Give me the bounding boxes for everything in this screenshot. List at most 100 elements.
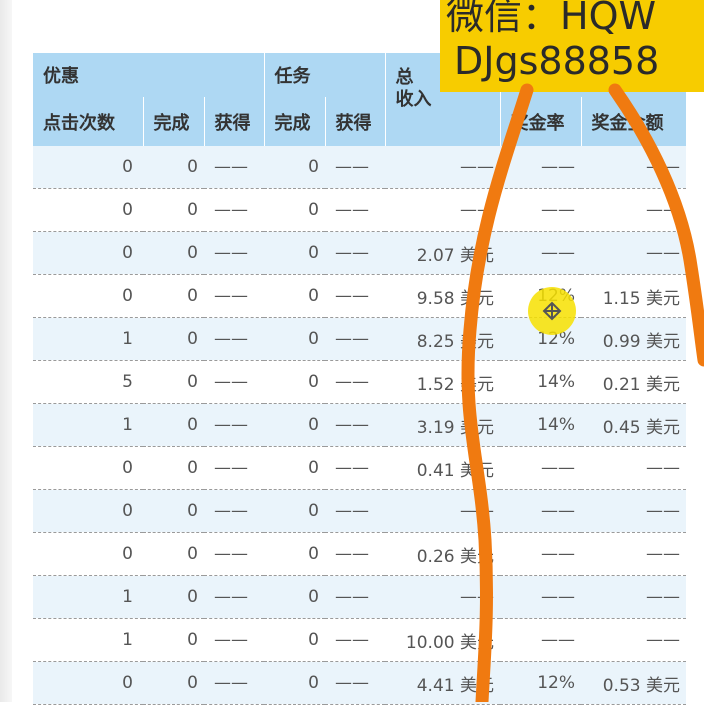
cell-promo-earned: —— bbox=[204, 661, 264, 705]
cell-promo-done: 0 bbox=[143, 532, 204, 576]
cell-promo-done: 0 bbox=[143, 231, 204, 275]
cell-total-income: 3.19 美元 bbox=[385, 403, 500, 447]
header-bonus-rate: 奖金率 bbox=[500, 97, 582, 146]
cell-promo-done: 0 bbox=[143, 446, 204, 490]
cell-clicks: 1 bbox=[33, 575, 143, 619]
cell-promo-done: 0 bbox=[143, 489, 204, 533]
cell-task-earned: —— bbox=[325, 360, 385, 404]
cell-task-earned: —— bbox=[325, 146, 385, 189]
cell-promo-earned: —— bbox=[204, 446, 264, 490]
header-task-done: 完成 bbox=[264, 97, 326, 146]
header-bonus-amount: 奖金金额 bbox=[581, 97, 687, 146]
cell-promo-earned: —— bbox=[204, 618, 264, 662]
cell-bonus-rate: 14% bbox=[500, 403, 581, 447]
cell-clicks: 0 bbox=[33, 231, 143, 275]
cell-total-income: 1.52 美元 bbox=[385, 360, 500, 404]
cell-clicks: 1 bbox=[33, 403, 143, 447]
cell-clicks: 0 bbox=[33, 146, 143, 189]
cell-bonus-amount: 0.45 美元 bbox=[581, 403, 686, 447]
table-row: 1 0 —— 0 —— 8.25 美元 12% 0.99 美元 bbox=[33, 317, 686, 361]
cell-total-income: 0.26 美元 bbox=[385, 532, 500, 576]
cell-bonus-rate: —— bbox=[500, 446, 581, 490]
watermark-line1: 微信：HQW bbox=[446, 0, 657, 38]
table-row: 0 0 —— 0 —— —— —— —— bbox=[33, 146, 686, 189]
cell-task-earned: —— bbox=[325, 575, 385, 619]
cell-bonus-amount: —— bbox=[581, 532, 686, 576]
cell-promo-done: 0 bbox=[143, 146, 204, 189]
cell-bonus-amount: —— bbox=[581, 188, 686, 232]
cell-promo-earned: —— bbox=[204, 317, 264, 361]
cell-bonus-amount: 0.99 美元 bbox=[581, 317, 686, 361]
cell-promo-done: 0 bbox=[143, 274, 204, 318]
cell-total-income: —— bbox=[385, 489, 500, 533]
cell-total-income: —— bbox=[385, 188, 500, 232]
table-row: 1 0 —— 0 —— 10.00 美元 —— —— bbox=[33, 618, 686, 662]
table-row: 1 0 —— 0 —— —— —— —— bbox=[33, 575, 686, 619]
cell-task-done: 0 bbox=[264, 446, 325, 490]
cell-clicks: 5 bbox=[33, 360, 143, 404]
header-total-line2: 收入 bbox=[395, 89, 432, 110]
table-row: 0 0 —— 0 —— 4.41 美元 12% 0.53 美元 bbox=[33, 661, 686, 705]
cell-task-earned: —— bbox=[325, 618, 385, 662]
cell-bonus-rate: —— bbox=[500, 231, 581, 275]
left-edge-shadow bbox=[0, 0, 12, 702]
cell-task-earned: —— bbox=[325, 274, 385, 318]
cell-clicks: 1 bbox=[33, 317, 143, 361]
cell-task-earned: —— bbox=[325, 188, 385, 232]
cell-promo-done: 0 bbox=[143, 575, 204, 619]
cell-promo-earned: —— bbox=[204, 188, 264, 232]
table-row: 5 0 —— 0 —— 1.52 美元 14% 0.21 美元 bbox=[33, 360, 686, 404]
cell-clicks: 0 bbox=[33, 446, 143, 490]
table-row: 0 0 —— 0 —— 2.07 美元 —— —— bbox=[33, 231, 686, 275]
cell-task-earned: —— bbox=[325, 317, 385, 361]
header-clicks: 点击次数 bbox=[33, 97, 144, 146]
cell-task-earned: —— bbox=[325, 231, 385, 275]
header-task: 任务 bbox=[264, 53, 386, 97]
cell-total-income: 10.00 美元 bbox=[385, 618, 500, 662]
cell-bonus-rate: —— bbox=[500, 188, 581, 232]
header-promo: 优惠 bbox=[33, 53, 265, 97]
cell-bonus-amount: 1.15 美元 bbox=[581, 274, 686, 318]
header-promo-earned: 获得 bbox=[204, 97, 265, 146]
cell-bonus-amount: —— bbox=[581, 618, 686, 662]
cell-bonus-amount: 0.21 美元 bbox=[581, 360, 686, 404]
cell-task-done: 0 bbox=[264, 489, 325, 533]
cell-total-income: 0.41 美元 bbox=[385, 446, 500, 490]
cell-total-income: 2.07 美元 bbox=[385, 231, 500, 275]
cell-task-earned: —— bbox=[325, 661, 385, 705]
cell-promo-earned: —— bbox=[204, 403, 264, 447]
earnings-table-container: 优惠 任务 总 收入 点击次数 完成 获得 完成 获得 奖金率 奖金金额 0 0—… bbox=[33, 53, 687, 705]
wechat-watermark: 微信：HQW DJgs88858 bbox=[440, 0, 704, 92]
table-row: 1 0 —— 0 —— 3.19 美元 14% 0.45 美元 bbox=[33, 403, 686, 447]
cell-promo-earned: —— bbox=[204, 360, 264, 404]
cell-task-done: 0 bbox=[264, 317, 325, 361]
table-row: 0 0 —— 0 —— —— —— —— bbox=[33, 489, 686, 533]
cell-task-earned: —— bbox=[325, 489, 385, 533]
cell-bonus-amount: —— bbox=[581, 575, 686, 619]
cell-promo-done: 0 bbox=[143, 360, 204, 404]
cell-task-done: 0 bbox=[264, 575, 325, 619]
watermark-line2: DJgs88858 bbox=[454, 39, 660, 83]
cell-total-income: —— bbox=[385, 146, 500, 189]
cell-task-done: 0 bbox=[264, 188, 325, 232]
cell-promo-done: 0 bbox=[143, 661, 204, 705]
cell-task-done: 0 bbox=[264, 661, 325, 705]
cell-total-income: —— bbox=[385, 575, 500, 619]
cell-promo-done: 0 bbox=[143, 317, 204, 361]
cell-promo-earned: —— bbox=[204, 146, 264, 189]
cell-clicks: 0 bbox=[33, 489, 143, 533]
cell-promo-done: 0 bbox=[143, 403, 204, 447]
table-row: 0 0 —— 0 —— 0.26 美元 —— —— bbox=[33, 532, 686, 576]
cell-total-income: 4.41 美元 bbox=[385, 661, 500, 705]
cell-promo-done: 0 bbox=[143, 188, 204, 232]
cell-task-done: 0 bbox=[264, 403, 325, 447]
cell-task-earned: —— bbox=[325, 532, 385, 576]
cell-total-income: 9.58 美元 bbox=[385, 274, 500, 318]
cell-clicks: 0 bbox=[33, 274, 143, 318]
cell-promo-earned: —— bbox=[204, 575, 264, 619]
cell-bonus-amount: —— bbox=[581, 446, 686, 490]
cell-promo-earned: —— bbox=[204, 489, 264, 533]
cell-bonus-amount: 0.53 美元 bbox=[581, 661, 686, 705]
cell-clicks: 0 bbox=[33, 532, 143, 576]
cell-bonus-amount: —— bbox=[581, 231, 686, 275]
